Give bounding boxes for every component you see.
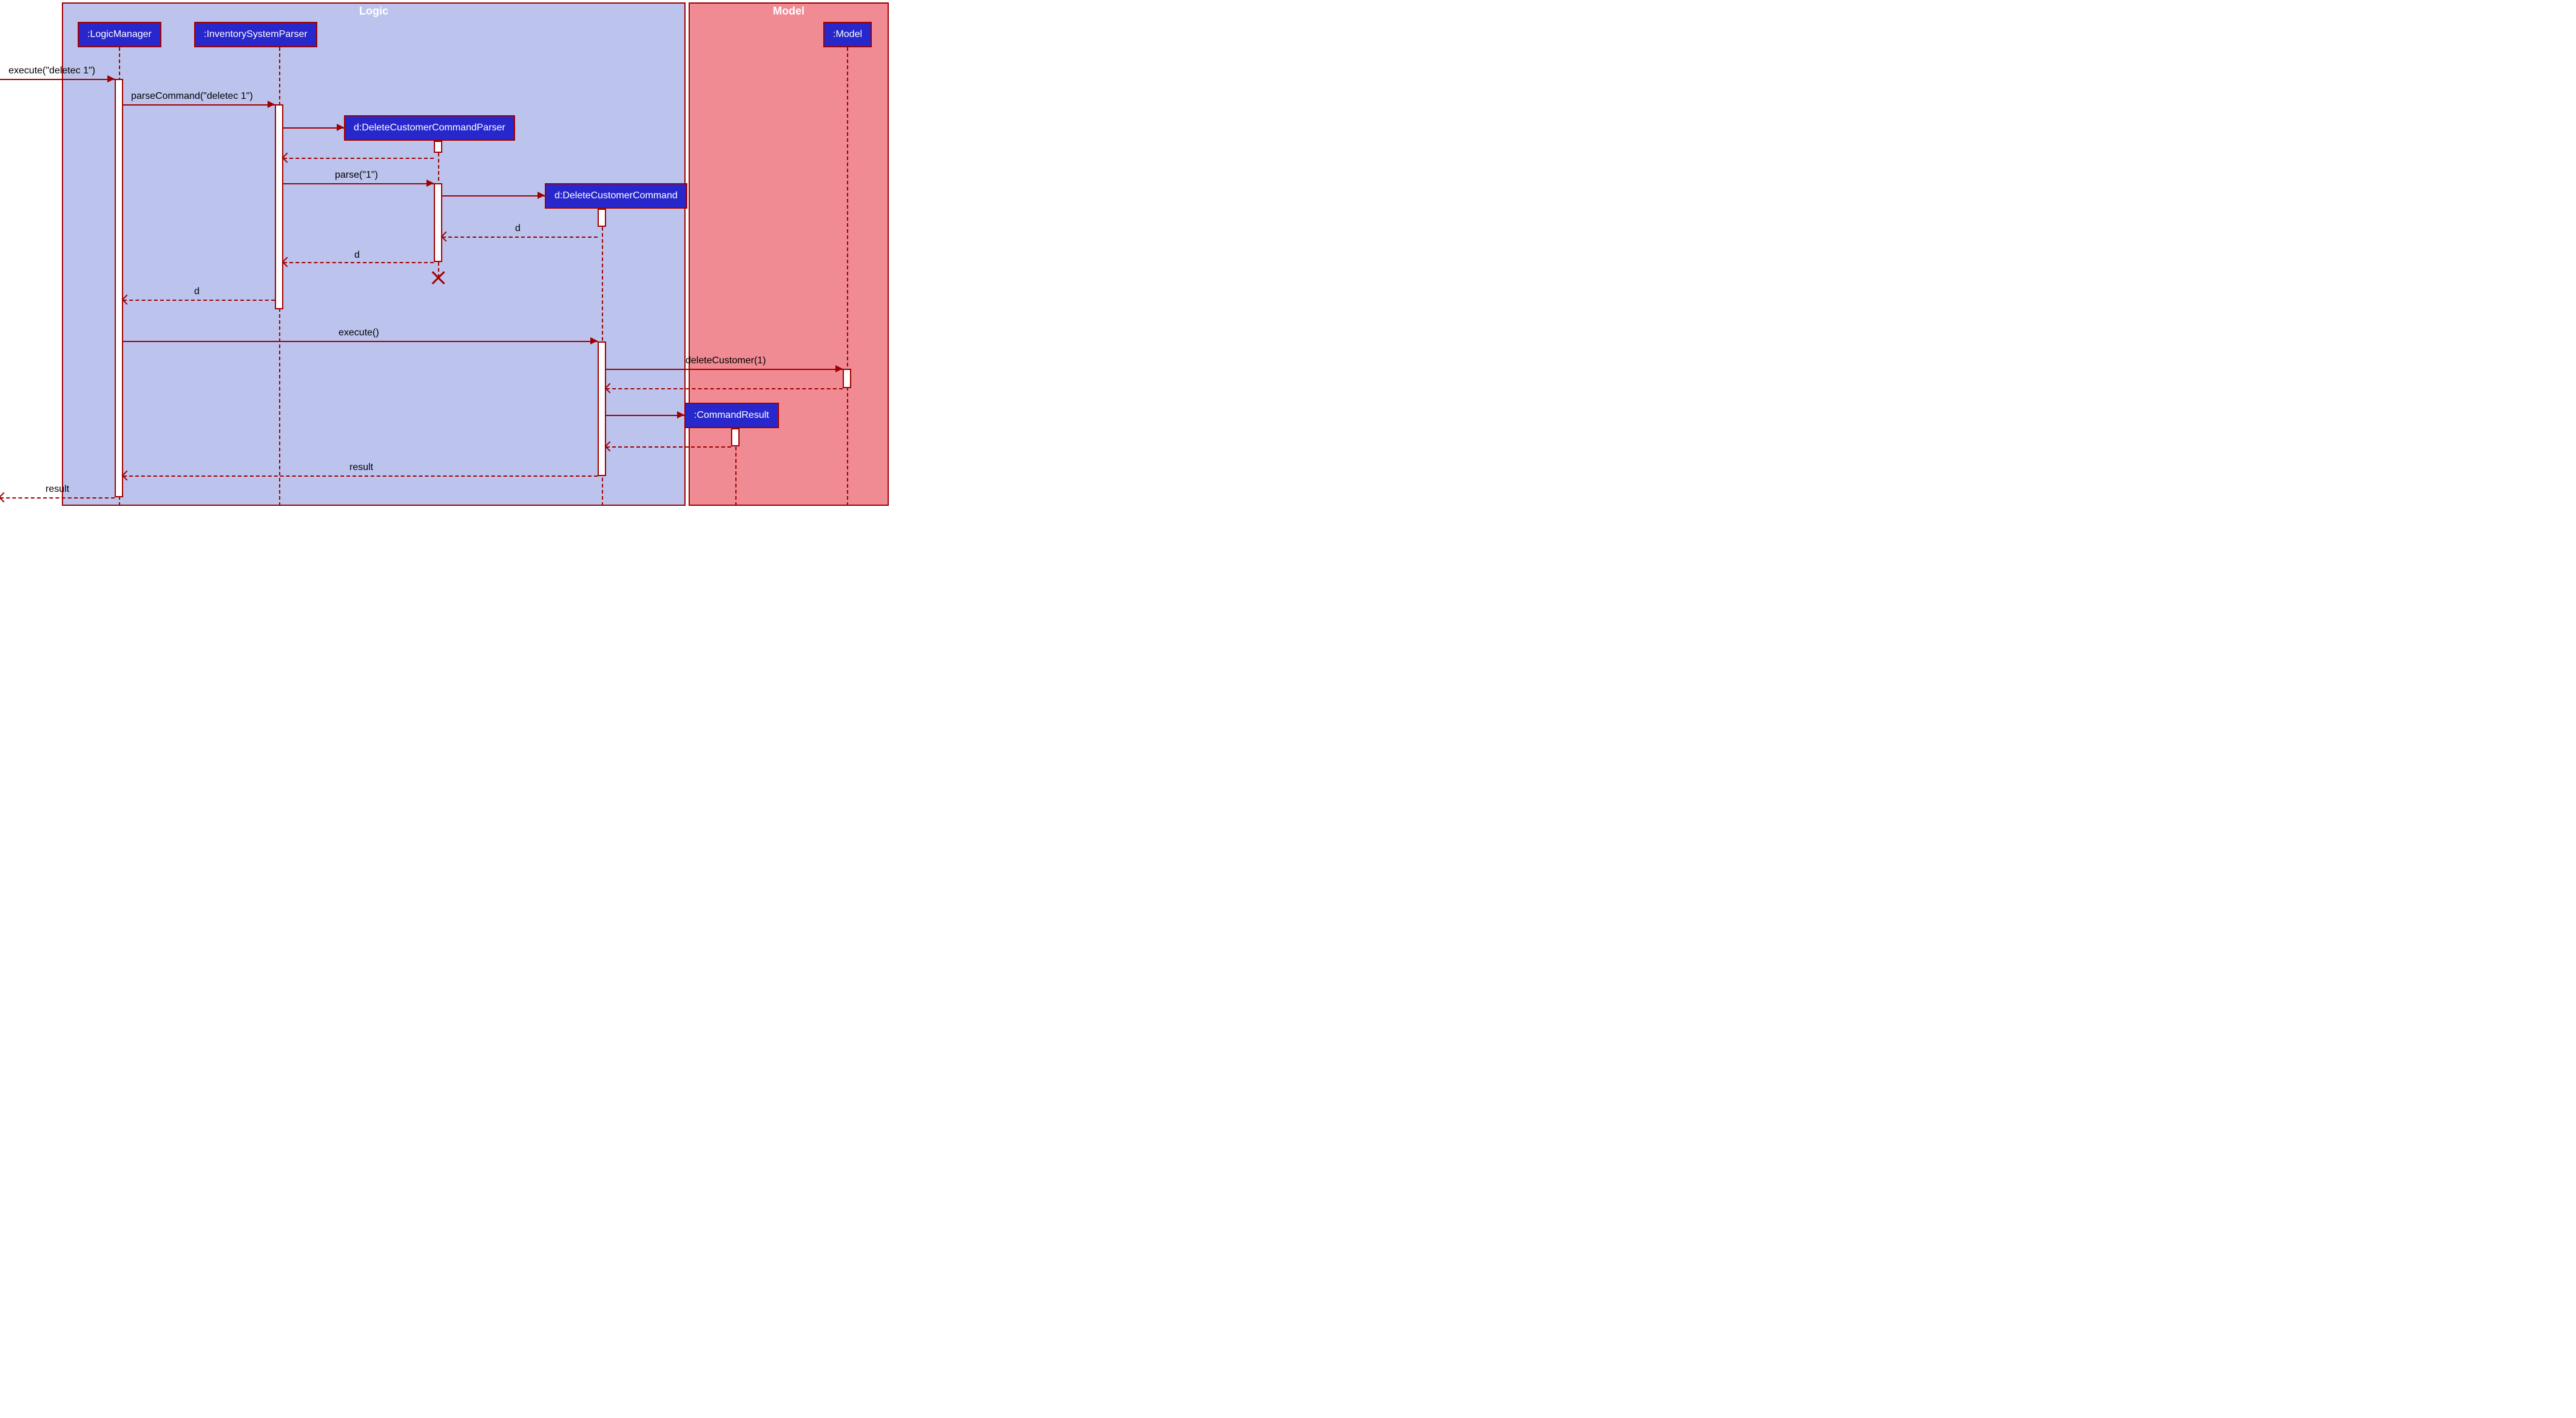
arrow-m7 [123, 341, 598, 342]
logic-frame-title: Logic [354, 4, 393, 19]
msg-m10: result [46, 484, 69, 495]
model-box: :Model [823, 22, 872, 47]
delete-command-box: d:DeleteCustomerCommand [545, 183, 687, 209]
arrow-m8 [606, 369, 843, 370]
arrow-create-parser-return [283, 158, 434, 159]
arrow-create-result [606, 415, 684, 416]
delete-parser-activation-2 [434, 183, 442, 262]
inventory-parser-box: :InventorySystemParser [194, 22, 317, 47]
msg-m6: d [194, 286, 200, 297]
msg-m5: d [354, 250, 360, 261]
arrow-m10-head [0, 492, 8, 503]
arrow-m5 [283, 262, 434, 263]
model-lifeline [847, 47, 848, 506]
arrow-m7-head [590, 337, 598, 344]
arrow-create-parser-head [337, 124, 344, 131]
delete-command-activation-1 [598, 209, 606, 227]
arrow-m1 [0, 79, 115, 80]
arrow-m8-head [835, 365, 843, 372]
msg-m9: result [349, 462, 373, 473]
arrow-create-cmd [442, 195, 545, 197]
arrow-create-result-return [606, 446, 731, 448]
arrow-m10 [0, 497, 115, 499]
command-result-activation [731, 428, 740, 446]
delete-parser-activation-1 [434, 141, 442, 153]
arrow-m9 [123, 475, 598, 477]
logic-manager-box: :LogicManager [78, 22, 161, 47]
msg-m4: d [515, 223, 521, 234]
logic-manager-activation [115, 79, 123, 497]
inventory-parser-activation [275, 104, 283, 309]
arrow-create-parser [283, 127, 344, 129]
arrow-m2-head [268, 101, 275, 108]
delete-command-activation-2 [598, 341, 606, 476]
msg-m8: deleteCustomer(1) [686, 355, 766, 366]
destroy-parser-icon [431, 270, 445, 285]
logic-frame: Logic [62, 2, 686, 506]
arrow-m1-head [107, 75, 115, 82]
model-activation [843, 369, 851, 388]
msg-m3: parse("1") [335, 170, 378, 181]
arrow-m8-return [606, 388, 843, 389]
arrow-create-cmd-head [538, 192, 545, 199]
arrow-m2 [123, 104, 275, 106]
msg-m1: execute("deletec 1") [8, 66, 95, 76]
model-frame: Model [689, 2, 889, 506]
arrow-m4 [442, 237, 598, 238]
msg-m7: execute() [339, 328, 379, 338]
model-frame-title: Model [768, 4, 809, 19]
delete-parser-box: d:DeleteCustomerCommandParser [344, 115, 515, 141]
arrow-m6 [123, 300, 275, 301]
arrow-create-result-head [677, 411, 684, 418]
command-result-box: :CommandResult [684, 403, 779, 428]
arrow-m3-head [427, 180, 434, 187]
msg-m2: parseCommand("deletec 1") [131, 91, 253, 102]
arrow-m3 [283, 183, 434, 184]
